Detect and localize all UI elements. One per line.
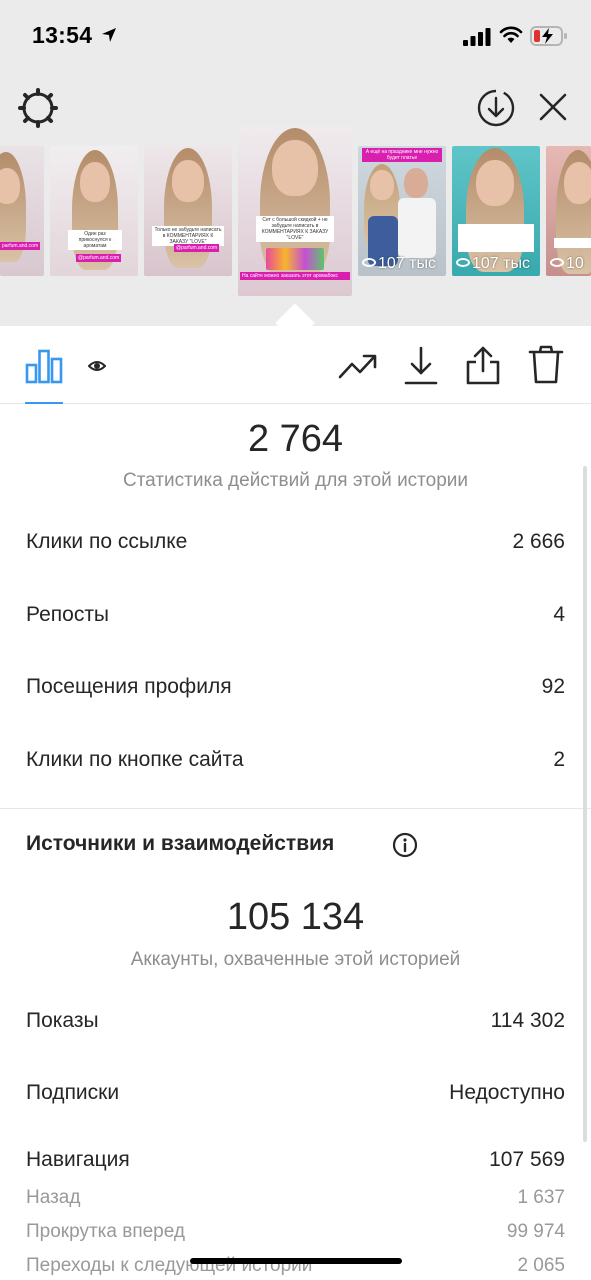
stat-value: 2 (553, 748, 565, 771)
eye-icon (550, 258, 564, 267)
status-bar: 13:54 (0, 0, 591, 72)
discovery-title: Источники и взаимодействия (26, 832, 335, 855)
battery-charging-icon (530, 26, 567, 46)
stat-label: Показы (26, 1009, 99, 1032)
stat-row-back: Назад 1 637 (26, 1187, 565, 1217)
story-views: 107 тыс (362, 255, 436, 273)
cellular-signal-icon (463, 28, 491, 46)
location-arrow-icon (102, 28, 116, 42)
stat-label: Репосты (26, 603, 110, 626)
close-icon[interactable] (536, 90, 570, 124)
story-thumbnail[interactable]: 107 тыс (452, 146, 540, 276)
reach-total: 105 134 (226, 896, 365, 938)
section-divider (0, 808, 591, 809)
shirt (398, 198, 436, 258)
stat-row-forward: Прокрутка вперед 99 974 (26, 1221, 565, 1251)
active-tab-indicator (25, 402, 63, 404)
stat-label: Подписки (26, 1081, 120, 1104)
story-tag: На сайте можно заказать этот аромабокс (240, 272, 350, 280)
stat-value: 107 569 (489, 1148, 565, 1171)
stat-row-website-clicks: Клики по кнопке сайта 2 (26, 748, 565, 778)
download-icon[interactable] (404, 346, 438, 386)
gear-icon[interactable] (18, 88, 58, 128)
stat-value: 92 (541, 675, 565, 698)
story-thumbnail[interactable]: 10 (546, 146, 591, 276)
bar-chart-icon[interactable] (25, 348, 63, 384)
trending-up-icon[interactable] (338, 351, 378, 381)
story-views: 107 тыс (456, 255, 530, 273)
stat-row-shares: Репосты 4 (26, 603, 565, 633)
story-thumbnail-selected[interactable]: Сет с большой скидкой + не забудьте напи… (238, 126, 352, 296)
stat-value: 4 (553, 603, 565, 626)
stat-label: Навигация (26, 1148, 130, 1171)
stat-value: 2 065 (517, 1255, 565, 1276)
story-caption (458, 224, 534, 252)
story-caption: Один раз прикоснулся к ароматам (68, 230, 122, 250)
stat-row-profile-visits: Посещения профиля 92 (26, 675, 565, 705)
story-tag: @parfum.and.com (76, 254, 122, 262)
info-icon[interactable] (392, 832, 418, 858)
story-tag: parfum.and.com (0, 242, 41, 250)
product-image (266, 248, 324, 270)
story-caption: Только не забудьте написать в КОММЕНТАРИ… (152, 226, 224, 246)
story-views: 10 (550, 255, 584, 273)
reach-subtitle: Аккаунты, охваченные этой историей (130, 949, 461, 970)
home-indicator[interactable] (190, 1258, 402, 1264)
eye-icon[interactable] (88, 359, 106, 373)
eye-icon (456, 258, 470, 267)
story-thumbnail[interactable]: Только не забудьте написать в КОММЕНТАРИ… (144, 146, 232, 276)
stat-row-link-clicks: Клики по ссылке 2 666 (26, 530, 565, 560)
stat-value: 2 666 (512, 530, 565, 553)
wifi-icon (499, 26, 523, 43)
share-icon[interactable] (466, 345, 500, 385)
story-caption: А ещё на празднике мне нужно будет плать… (362, 148, 442, 162)
status-time: 13:54 (32, 22, 93, 48)
story-caption: Сет с большой скидкой + не забудьте напи… (256, 216, 334, 242)
stat-value: 114 302 (490, 1009, 565, 1032)
stat-label: Посещения профиля (26, 675, 232, 698)
download-circle-icon[interactable] (476, 88, 516, 128)
stat-label: Клики по ссылке (26, 530, 188, 553)
stat-row-navigation: Навигация 107 569 (26, 1148, 565, 1178)
stat-label: Прокрутка вперед (26, 1221, 185, 1242)
insights-toolbar (0, 326, 591, 404)
stat-row-impressions: Показы 114 302 (26, 1009, 565, 1039)
story-caption (554, 238, 591, 248)
stat-row-follows: Подписки Недоступно (26, 1081, 565, 1111)
stat-label: Клики по кнопке сайта (26, 748, 244, 771)
trash-icon[interactable] (528, 345, 564, 385)
story-thumbnail[interactable]: Один раз прикоснулся к ароматам @parfum.… (50, 146, 138, 276)
stat-value: 99 974 (506, 1221, 565, 1242)
eye-icon (362, 258, 376, 267)
stat-value: Недоступно (449, 1081, 565, 1104)
story-viewer-header: 13:54 parfum.and.com Один раз прикоснулс… (0, 0, 591, 326)
stat-value: 1 637 (517, 1187, 565, 1208)
scrollbar[interactable] (583, 466, 587, 1142)
story-thumbnail[interactable]: А ещё на празднике мне нужно будет плать… (358, 146, 446, 276)
activity-subtitle: Статистика действий для этой истории (122, 470, 469, 491)
stat-label: Назад (26, 1187, 81, 1208)
activity-total: 2 764 (247, 418, 344, 460)
story-tag: @parfum.and.com (174, 244, 220, 252)
story-thumbnail[interactable]: parfum.and.com (0, 146, 44, 276)
